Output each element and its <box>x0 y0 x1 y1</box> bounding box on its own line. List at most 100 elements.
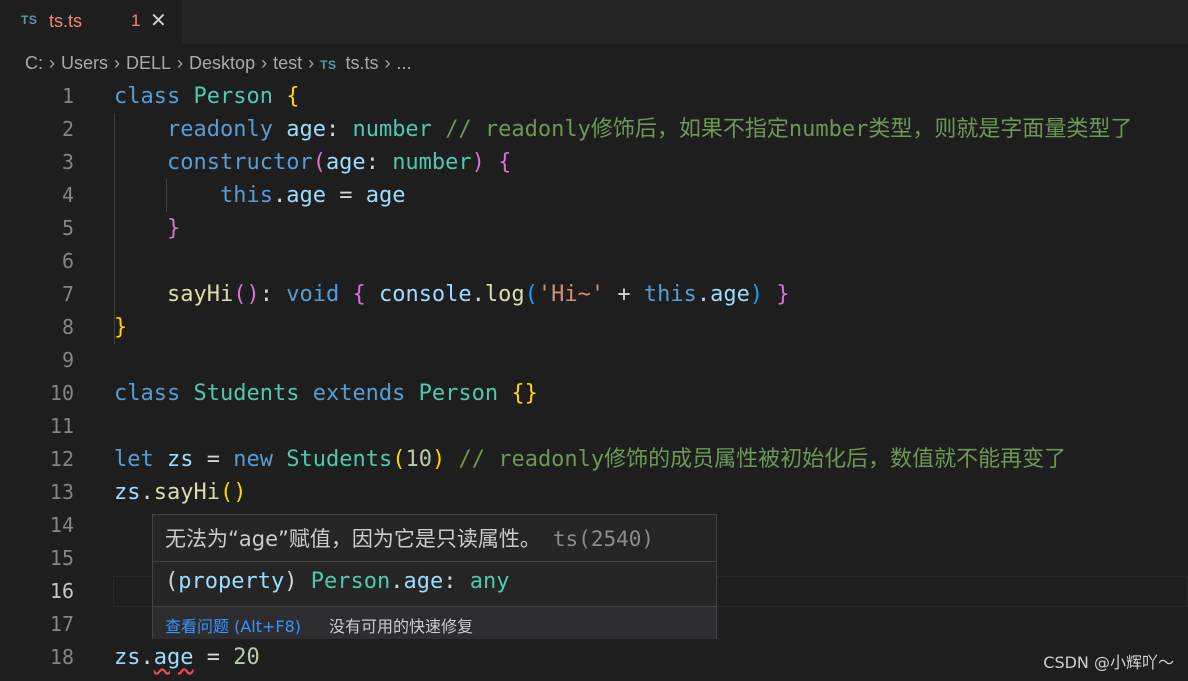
colon: : <box>325 117 340 142</box>
operator: = <box>206 645 220 670</box>
keyword: class <box>114 381 181 406</box>
paren: ( <box>312 150 326 175</box>
breadcrumb-item-desktop[interactable]: Desktop <box>189 53 255 73</box>
keyword: extends <box>312 381 406 406</box>
code-line: 2 readonly age: number // readonly修饰后，如果… <box>0 113 1188 146</box>
identifier: age <box>365 183 406 208</box>
breadcrumb-item-users[interactable]: Users <box>61 53 108 73</box>
breadcrumb-item-more[interactable]: ... <box>396 53 411 73</box>
brace: } <box>776 282 790 307</box>
method-name: sayHi <box>153 480 220 505</box>
dot: . <box>390 569 404 594</box>
colon: : <box>259 282 273 307</box>
class-name: Students <box>193 381 300 406</box>
line-number: 11 <box>49 414 74 438</box>
no-quick-fix-text: 没有可用的快速修复 <box>329 617 474 636</box>
number: 10 <box>405 447 432 472</box>
type: void <box>286 282 340 307</box>
line-number: 3 <box>61 150 74 174</box>
breadcrumb-item-test[interactable]: test <box>273 53 302 73</box>
brace: } <box>166 216 181 241</box>
error-code: ts(2540) <box>552 527 655 551</box>
brace: { <box>352 282 366 307</box>
method-name: sayHi <box>166 282 234 307</box>
breadcrumb: C: › Users › DELL › Desktop › test › TS ts.ts ›... <box>0 44 1188 84</box>
typescript-file-icon: TS <box>320 58 337 72</box>
code-line: 12 let zs = new Students(10) // readonly… <box>0 443 1188 476</box>
editor-tab-ts[interactable]: TS ts.ts 1 ✕ <box>0 0 183 44</box>
dot: . <box>140 645 154 670</box>
line-number: 7 <box>61 282 74 306</box>
code-line: 6 <box>0 245 1188 278</box>
code-line: 18 zs.age = 20 <box>0 641 1188 674</box>
line-number: 15 <box>49 546 74 570</box>
brace: {} <box>511 381 538 406</box>
line-number: 8 <box>61 315 74 339</box>
line-number: 13 <box>49 480 74 504</box>
line-number: 6 <box>61 249 74 273</box>
type: number <box>352 117 432 142</box>
code-line: 7 sayHi(): void { console.log('Hi~' + th… <box>0 278 1188 311</box>
breadcrumb-item-drive[interactable]: C: <box>25 53 43 73</box>
tab-bar: TS ts.ts 1 ✕ <box>0 0 1188 44</box>
variable: zs <box>114 480 141 505</box>
string: 'Hi~' <box>537 282 605 307</box>
code-line: 13 zs.sayHi() <box>0 476 1188 509</box>
chevron-right-icon: › <box>261 53 268 73</box>
close-icon[interactable]: ✕ <box>150 9 167 33</box>
keyword: class <box>114 84 181 109</box>
line-number: 9 <box>61 348 74 372</box>
paren: ( <box>392 447 406 472</box>
brace: { <box>286 84 300 109</box>
signature-class: Person <box>310 569 391 594</box>
paren: () <box>233 282 260 307</box>
watermark: CSDN @小辉吖～ <box>1043 653 1174 672</box>
property: age <box>286 117 326 142</box>
keyword: readonly <box>166 117 273 142</box>
dot: . <box>696 282 711 307</box>
chevron-right-icon: › <box>308 53 315 73</box>
code-line: 3 constructor(age: number) { <box>0 146 1188 179</box>
line-number: 16 <box>49 579 74 603</box>
line-number: 18 <box>49 645 74 669</box>
method-name: log <box>484 282 525 307</box>
chevron-right-icon: › <box>177 53 184 73</box>
paren: ( <box>524 282 538 307</box>
property: age <box>286 183 326 208</box>
operator: = <box>206 447 220 472</box>
brace: { <box>498 150 512 175</box>
code-line: 4 this.age = age <box>0 179 1188 212</box>
error-hover-popup: 无法为“age”赋值，因为它是只读属性。 ts(2540) (property) … <box>152 514 717 639</box>
line-number: 17 <box>49 612 74 636</box>
hover-actions: 查看问题 (Alt+F8) 没有可用的快速修复 <box>153 606 716 639</box>
comment: // readonly修饰的成员属性被初始化后，数值就不能再变了 <box>458 447 1067 472</box>
type-signature: (property) Person.age: any <box>165 569 509 594</box>
paren: ) <box>471 150 485 175</box>
code-line: 9 <box>0 344 1188 377</box>
operator: + <box>617 282 631 307</box>
dot: . <box>471 282 485 307</box>
dot: . <box>272 183 287 208</box>
tab-filename: ts.ts <box>49 11 83 31</box>
parameter: age <box>325 150 366 175</box>
variable: zs <box>167 447 194 472</box>
breadcrumb-item-file[interactable]: ts.ts <box>345 53 378 73</box>
property: age <box>710 282 750 307</box>
code-line: 8 } <box>0 311 1188 344</box>
code-line: 10 class Students extends Person {} <box>0 377 1188 410</box>
type: number <box>392 150 472 175</box>
line-number: 10 <box>49 381 74 405</box>
line-number: 4 <box>61 183 74 207</box>
error-property[interactable]: age <box>154 645 194 670</box>
dot: . <box>140 480 154 505</box>
code-line: 5 } <box>0 212 1188 245</box>
keyword: constructor <box>166 150 313 175</box>
number: 20 <box>233 645 260 670</box>
breadcrumb-item-dell[interactable]: DELL <box>126 53 171 73</box>
divider <box>153 561 716 562</box>
class-name: Person <box>418 381 499 406</box>
operator: = <box>339 183 353 208</box>
view-problem-link[interactable]: 查看问题 (Alt+F8) <box>165 613 301 637</box>
paren: () <box>219 480 247 505</box>
colon: : <box>365 150 379 175</box>
